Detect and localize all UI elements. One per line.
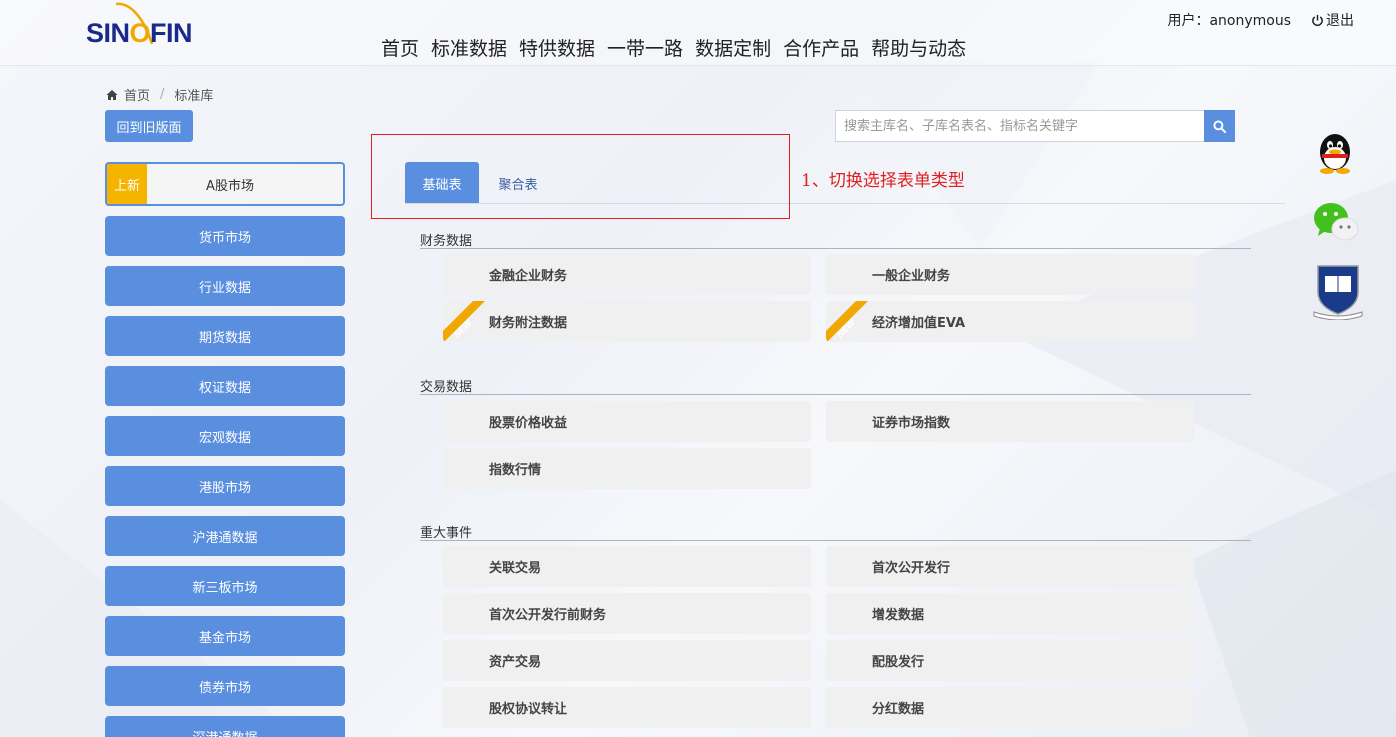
section-title-trading: 交易数据 [420, 380, 473, 395]
nav-standard-data[interactable]: 标准数据 [431, 34, 507, 61]
search-icon [1213, 119, 1226, 133]
new-ribbon-icon: NEW [826, 301, 868, 342]
annotation-highlight-box [371, 134, 790, 219]
qq-icon[interactable] [1312, 130, 1358, 174]
sidebar-item-industry[interactable]: 行业数据 [105, 266, 345, 306]
card-label: 首次公开发行 [872, 561, 951, 576]
card-label: 经济增加值EVA [872, 316, 966, 331]
card-label: 财务附注数据 [489, 316, 568, 331]
wechat-icon[interactable] [1312, 198, 1362, 246]
nav-belt-road[interactable]: 一带一路 [607, 34, 683, 61]
new-ribbon-icon: NEW [443, 301, 485, 342]
card-stock-price-return[interactable]: 股票价格收益 [443, 401, 811, 442]
card-label: 指数行情 [489, 463, 542, 478]
card-label: 分红数据 [872, 702, 925, 717]
sidebar-item-money-market[interactable]: 货币市场 [105, 216, 345, 256]
section-divider [420, 394, 1251, 395]
main-nav: 首页 标准数据 特供数据 一带一路 数据定制 合作产品 帮助与动态 [381, 34, 978, 61]
card-pre-ipo-financials[interactable]: 首次公开发行前财务 [443, 593, 811, 634]
user-label: 用户：anonymous [1167, 13, 1291, 29]
logo-text: SINOFIN [86, 18, 193, 48]
section-divider [420, 248, 1251, 249]
user-area: 用户：anonymous 退出 [1167, 10, 1354, 30]
card-label: 关联交易 [489, 561, 542, 576]
logout-button[interactable]: 退出 [1311, 10, 1354, 30]
university-crest-icon[interactable] [1310, 262, 1366, 320]
card-ipo[interactable]: 首次公开发行 [826, 546, 1194, 587]
search-bar [835, 110, 1235, 142]
card-related-transactions[interactable]: 关联交易 [443, 546, 811, 587]
power-icon [1312, 14, 1323, 26]
card-seo-data[interactable]: 增发数据 [826, 593, 1194, 634]
card-general-enterprise[interactable]: 一般企业财务 [826, 254, 1194, 295]
breadcrumb: 首页 / 标准库 [106, 85, 213, 104]
card-label: 证券市场指数 [872, 416, 951, 431]
sidebar-item-neeq[interactable]: 新三板市场 [105, 566, 345, 606]
card-label: 一般企业财务 [872, 269, 951, 284]
logout-label: 退出 [1326, 13, 1354, 29]
sidebar-item-sh-hk-connect[interactable]: 沪港通数据 [105, 516, 345, 556]
card-index-quotes[interactable]: 指数行情 [443, 448, 811, 489]
card-rights-issue[interactable]: 配股发行 [826, 640, 1194, 681]
nav-partner-products[interactable]: 合作产品 [783, 34, 859, 61]
card-asset-transactions[interactable]: 资产交易 [443, 640, 811, 681]
old-version-button[interactable]: 回到旧版面 [105, 110, 193, 142]
card-label: 配股发行 [872, 655, 925, 670]
card-label: 股票价格收益 [489, 416, 568, 431]
top-header: SINOFIN 首页 标准数据 特供数据 一带一路 数据定制 合作产品 帮助与动… [0, 0, 1396, 66]
card-market-index[interactable]: 证券市场指数 [826, 401, 1194, 442]
sidebar-item-hk-stocks[interactable]: 港股市场 [105, 466, 345, 506]
nav-custom-data[interactable]: 数据定制 [695, 34, 771, 61]
card-label: 资产交易 [489, 655, 542, 670]
search-button[interactable] [1204, 110, 1235, 142]
sidebar: 上新 A股市场 货币市场 行业数据 期货数据 权证数据 宏观数据 港股市场 沪港… [105, 162, 345, 737]
card-eva[interactable]: NEW 经济增加值EVA [826, 301, 1194, 342]
breadcrumb-current: 标准库 [174, 89, 214, 104]
card-label: 金融企业财务 [489, 269, 568, 284]
home-icon [106, 89, 118, 100]
section-title-major-events: 重大事件 [420, 526, 473, 541]
new-badge: 上新 [107, 164, 147, 204]
annotation-text: 1、切换选择表单类型 [801, 171, 965, 191]
section-title-financial: 财务数据 [420, 234, 473, 249]
nav-help-news[interactable]: 帮助与动态 [871, 34, 966, 61]
card-financial-notes[interactable]: NEW 财务附注数据 [443, 301, 811, 342]
sidebar-item-warrants[interactable]: 权证数据 [105, 366, 345, 406]
card-label: 首次公开发行前财务 [489, 608, 607, 623]
sidebar-item-funds[interactable]: 基金市场 [105, 616, 345, 656]
breadcrumb-home[interactable]: 首页 [124, 85, 150, 104]
sidebar-item-bonds[interactable]: 债券市场 [105, 666, 345, 706]
nav-home[interactable]: 首页 [381, 34, 419, 61]
search-input[interactable] [835, 110, 1204, 142]
sidebar-item-label: A股市场 [206, 178, 254, 194]
nav-special-data[interactable]: 特供数据 [519, 34, 595, 61]
section-divider [420, 540, 1251, 541]
card-dividends[interactable]: 分红数据 [826, 687, 1194, 728]
sidebar-item-macro[interactable]: 宏观数据 [105, 416, 345, 456]
sidebar-item-futures[interactable]: 期货数据 [105, 316, 345, 356]
card-financial-enterprise[interactable]: 金融企业财务 [443, 254, 811, 295]
card-label: 股权协议转让 [489, 702, 568, 717]
sinofin-logo[interactable]: SINOFIN [86, 0, 201, 62]
sidebar-item-sz-hk-connect[interactable]: 深港通数据 [105, 716, 345, 737]
sidebar-item-a-share[interactable]: 上新 A股市场 [105, 162, 345, 206]
breadcrumb-separator: / [160, 87, 165, 102]
card-label: 增发数据 [872, 608, 925, 623]
card-equity-transfer[interactable]: 股权协议转让 [443, 687, 811, 728]
